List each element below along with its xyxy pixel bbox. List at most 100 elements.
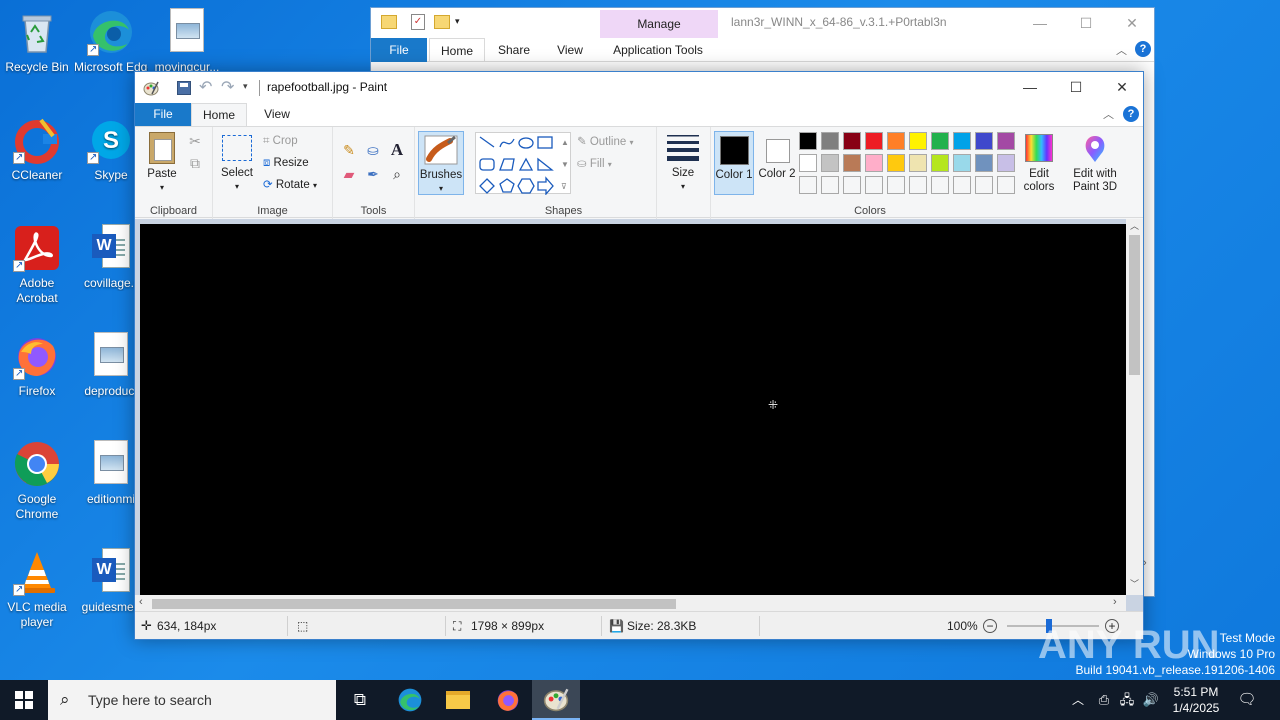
explorer-help-icon[interactable]: ?: [1135, 41, 1151, 57]
qat-customize-icon[interactable]: ▾: [243, 81, 248, 92]
select-button[interactable]: Select ▾: [217, 135, 257, 193]
desktop-icon-acrobat[interactable]: Adobe Acrobat: [0, 224, 74, 306]
fill-bucket-icon[interactable]: ⛀: [363, 140, 383, 160]
palette-swatch[interactable]: [909, 132, 927, 150]
pencil-icon[interactable]: ✎: [339, 140, 359, 160]
custom-color-slot[interactable]: [909, 176, 927, 194]
palette-swatch[interactable]: [865, 154, 883, 172]
palette-swatch[interactable]: [931, 132, 949, 150]
qat-dropdown-icon[interactable]: ▾: [455, 16, 460, 27]
custom-color-slot[interactable]: [975, 176, 993, 194]
paste-button[interactable]: Paste ▾: [141, 132, 183, 194]
desktop-icon-edge[interactable]: Microsoft Edge: [74, 8, 148, 75]
palette-swatch[interactable]: [865, 132, 883, 150]
explorer-tab-view[interactable]: View: [545, 38, 595, 62]
desktop-icon-recycle-bin[interactable]: Recycle Bin: [0, 8, 74, 75]
palette-swatch[interactable]: [887, 154, 905, 172]
desktop-icon-ccleaner[interactable]: CCleaner: [0, 116, 74, 183]
horizontal-scrollbar[interactable]: ‹ ›: [135, 595, 1126, 612]
clock[interactable]: 5:51 PM 1/4/2025: [1166, 680, 1226, 720]
crop-button[interactable]: ⌗ Crop: [263, 132, 298, 150]
paint-maximize-button[interactable]: ☐: [1053, 72, 1099, 102]
vertical-scroll-thumb[interactable]: [1129, 235, 1140, 375]
palette-swatch[interactable]: [887, 132, 905, 150]
fill-button[interactable]: ⛀ Fill ▾: [577, 155, 612, 173]
cut-icon[interactable]: ✂: [185, 131, 205, 151]
paint-window[interactable]: ↶ ↷ ▾ rapefootball.jpg - Paint — ☐ ✕ Fil…: [134, 71, 1147, 640]
palette-swatch[interactable]: [975, 154, 993, 172]
custom-color-slot[interactable]: [843, 176, 861, 194]
manage-context-tab[interactable]: Manage: [600, 10, 718, 38]
desktop-icon-vlc[interactable]: VLC media player: [0, 548, 74, 630]
paint-tab-view[interactable]: View: [247, 103, 307, 126]
palette-swatch[interactable]: [843, 132, 861, 150]
scroll-down-icon[interactable]: ﹀: [1130, 577, 1139, 590]
color-picker-icon[interactable]: ✒: [363, 164, 383, 184]
palette-swatch[interactable]: [799, 132, 817, 150]
custom-color-slot[interactable]: [821, 176, 839, 194]
taskbar-firefox[interactable]: [484, 680, 532, 720]
desktop-icon-movingcur[interactable]: movingcur...: [150, 8, 224, 75]
horizontal-scroll-thumb[interactable]: [152, 599, 676, 609]
zoom-out-button[interactable]: −: [983, 619, 997, 633]
taskbar-paint[interactable]: [532, 680, 580, 720]
new-folder-icon[interactable]: [434, 15, 450, 29]
paint-help-icon[interactable]: ?: [1123, 106, 1139, 122]
paint-tab-home[interactable]: Home: [191, 103, 247, 126]
palette-swatch[interactable]: [931, 154, 949, 172]
custom-color-slot[interactable]: [997, 176, 1015, 194]
explorer-tab-home[interactable]: Home: [429, 38, 485, 62]
taskbar-search-box[interactable]: ⌕ Type here to search: [48, 680, 336, 720]
outline-button[interactable]: ✎ Outline ▾: [577, 133, 634, 151]
copy-icon[interactable]: ⧉: [185, 153, 205, 173]
redo-icon[interactable]: ↷: [221, 77, 234, 97]
drawing-canvas[interactable]: ⁜: [140, 224, 1127, 595]
custom-color-slot[interactable]: [799, 176, 817, 194]
custom-color-slot[interactable]: [887, 176, 905, 194]
palette-swatch[interactable]: [997, 154, 1015, 172]
paint-titlebar[interactable]: ↶ ↷ ▾ rapefootball.jpg - Paint — ☐ ✕: [135, 72, 1143, 103]
scroll-left-icon[interactable]: ‹: [139, 596, 143, 608]
vertical-scrollbar[interactable]: ︿ ﹀: [1126, 219, 1143, 595]
rotate-button[interactable]: ⟳ Rotate ▾: [263, 176, 317, 194]
desktop-icon-chrome[interactable]: Google Chrome: [0, 440, 74, 522]
brushes-button[interactable]: Brushes ▾: [418, 131, 464, 195]
color2-button[interactable]: Color 2: [757, 131, 797, 195]
palette-swatch[interactable]: [799, 154, 817, 172]
save-icon[interactable]: [177, 81, 191, 95]
desktop-icon-firefox[interactable]: Firefox: [0, 332, 74, 399]
palette-swatch[interactable]: [909, 154, 927, 172]
palette-swatch[interactable]: [975, 132, 993, 150]
palette-swatch[interactable]: [953, 132, 971, 150]
taskbar-edge[interactable]: [386, 680, 434, 720]
task-view-button[interactable]: ⧉: [336, 680, 384, 720]
custom-color-slot[interactable]: [865, 176, 883, 194]
shapes-gallery[interactable]: ▲ ▼ ⊽: [475, 132, 571, 196]
show-hidden-icons-button[interactable]: ︿: [1068, 680, 1088, 720]
network-icon[interactable]: ⎙: [1094, 680, 1114, 720]
properties-icon[interactable]: ✓: [411, 14, 425, 30]
paint-minimize-button[interactable]: —: [1007, 72, 1053, 102]
eraser-icon[interactable]: ▰: [339, 164, 359, 184]
scroll-up-icon[interactable]: ︿: [1130, 219, 1139, 232]
magnifier-icon[interactable]: ⌕: [387, 164, 407, 184]
scroll-right-icon[interactable]: ›: [1143, 557, 1147, 569]
paint-tab-file[interactable]: File: [135, 103, 191, 126]
edit-colors-button[interactable]: Edit colors: [1019, 131, 1059, 194]
taskbar-file-explorer[interactable]: [434, 680, 482, 720]
size-button[interactable]: Size ▾: [663, 133, 703, 193]
paint-close-button[interactable]: ✕: [1099, 72, 1145, 102]
custom-color-slot[interactable]: [931, 176, 949, 194]
start-button[interactable]: [0, 680, 48, 720]
explorer-close-button[interactable]: ✕: [1109, 8, 1155, 38]
text-tool-icon[interactable]: A: [387, 140, 407, 160]
scroll-right-icon[interactable]: ›: [1113, 596, 1117, 608]
explorer-collapse-ribbon-icon[interactable]: ︿: [1116, 42, 1127, 58]
palette-swatch[interactable]: [997, 132, 1015, 150]
palette-swatch[interactable]: [843, 154, 861, 172]
undo-icon[interactable]: ↶: [199, 77, 212, 97]
explorer-tab-share[interactable]: Share: [489, 38, 539, 62]
paint-collapse-ribbon-icon[interactable]: ︿: [1103, 106, 1114, 122]
notifications-icon[interactable]: 🗨: [1234, 680, 1260, 720]
palette-swatch[interactable]: [953, 154, 971, 172]
